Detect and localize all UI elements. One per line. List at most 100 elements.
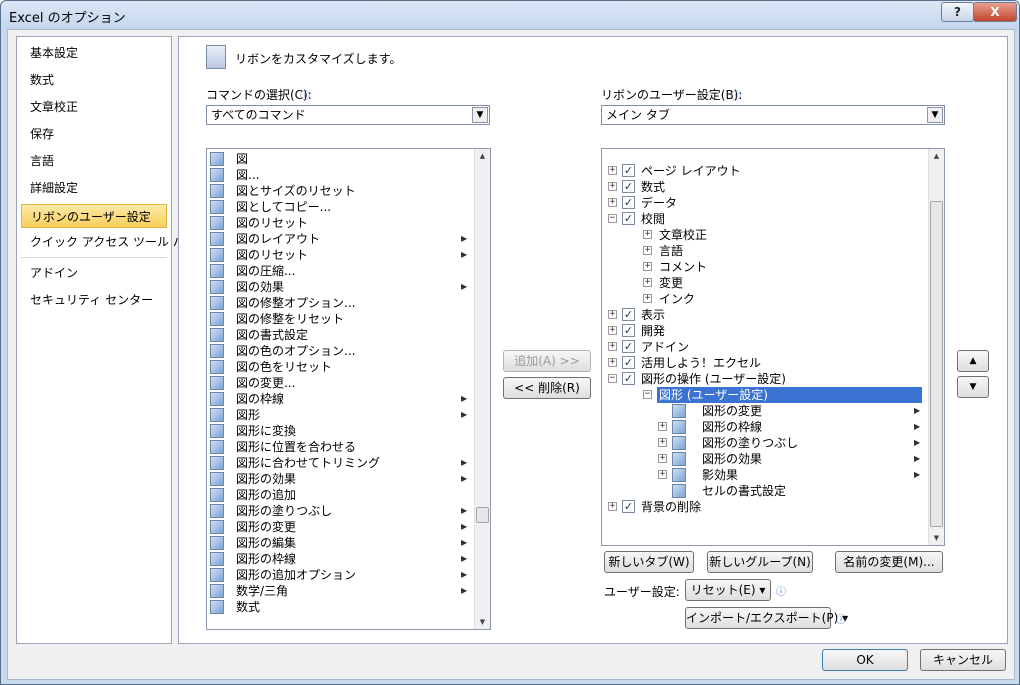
tree-expander-icon[interactable]: + <box>643 294 652 303</box>
command-list-item[interactable]: 図形の効果 ▶ <box>207 471 475 487</box>
command-list-item[interactable]: 図の色をリセット <box>207 359 475 375</box>
command-list-item[interactable]: 図のレイアウト ▶ <box>207 231 475 247</box>
tab-checkbox[interactable]: ✓ <box>622 180 635 193</box>
ribbon-tree-item[interactable]: + インク <box>602 291 928 307</box>
cancel-button[interactable]: キャンセル <box>920 649 1006 671</box>
ribbon-tree-item[interactable]: + ✓ 数式 <box>602 179 928 195</box>
command-list-item[interactable]: 図の修整をリセット <box>207 311 475 327</box>
command-list-item[interactable]: 図の修整オプション... <box>207 295 475 311</box>
tree-expander-icon[interactable]: + <box>608 342 617 351</box>
move-up-button[interactable]: ▲ <box>957 350 989 372</box>
command-list[interactable]: ▲ ▼ 図図... 図とサイズのリセット 図としてコピー... 図のリセット 図のレイア… <box>206 148 491 630</box>
ribbon-tree-item[interactable]: − ✓ 校閲 <box>602 211 928 227</box>
tab-checkbox[interactable]: ✓ <box>622 324 635 337</box>
ribbon-tree-scrollbar[interactable]: ▲ ▼ <box>928 149 944 545</box>
ribbon-tree-item[interactable]: + ✓ データ <box>602 195 928 211</box>
ribbon-tree-item[interactable]: − 図形 (ユーザー設定) <box>602 387 928 403</box>
tree-expander-icon[interactable]: + <box>658 454 667 463</box>
import-export-button[interactable]: インポート/エクスポート(P) ▾ <box>685 607 848 629</box>
tree-expander-icon[interactable]: + <box>643 230 652 239</box>
command-list-item[interactable]: 図形 ▶ <box>207 407 475 423</box>
command-list-item[interactable]: 図 <box>207 151 475 167</box>
command-list-item[interactable]: 図形に変換 <box>207 423 475 439</box>
ribbon-tree-item[interactable]: + コメント <box>602 259 928 275</box>
reset-button[interactable]: リセット(E) ▾ <box>685 579 771 601</box>
ribbon-tree-item[interactable]: + 図形の効果 ▶ <box>602 451 928 467</box>
ribbon-tree-item[interactable]: + ✓ 表示 <box>602 307 928 323</box>
tree-expander-icon[interactable]: + <box>643 246 652 255</box>
command-list-item[interactable]: 図の変更... <box>207 375 475 391</box>
ribbon-tree-item[interactable]: + ✓ ページ レイアウト <box>602 163 928 179</box>
tree-expander-icon[interactable]: − <box>643 390 652 399</box>
command-list-item[interactable]: 図形の追加オプション ▶ <box>207 567 475 583</box>
remove-button[interactable]: << 削除(R) <box>503 377 591 399</box>
scroll-up-icon[interactable]: ▲ <box>929 149 944 163</box>
scroll-down-icon[interactable]: ▼ <box>475 615 490 629</box>
tree-expander-icon[interactable]: + <box>608 198 617 207</box>
command-list-item[interactable]: 図形に位置を合わせる <box>207 439 475 455</box>
nav-item[interactable]: 詳細設定 <box>21 176 167 200</box>
new-tab-button[interactable]: 新しいタブ(W) <box>604 551 694 573</box>
new-group-button[interactable]: 新しいグループ(N) <box>707 551 813 573</box>
command-list-item[interactable]: 図形の編集 ▶ <box>207 535 475 551</box>
tab-checkbox[interactable]: ✓ <box>622 164 635 177</box>
chevron-down-icon[interactable]: ▼ <box>927 107 943 123</box>
command-list-item[interactable]: 図形に合わせてトリミング ▶ <box>207 455 475 471</box>
ribbon-tree-item[interactable]: + ✓ 背景の削除 <box>602 499 928 515</box>
command-list-item[interactable]: 図としてコピー... <box>207 199 475 215</box>
tree-expander-icon[interactable]: + <box>608 358 617 367</box>
ribbon-tree-item[interactable]: 図形の変更 ▶ <box>602 403 928 419</box>
tree-expander-icon[interactable]: + <box>643 262 652 271</box>
ribbon-tree-item[interactable]: + ✓ 開発 <box>602 323 928 339</box>
tree-expander-icon[interactable]: + <box>608 326 617 335</box>
command-list-item[interactable]: 図形の塗りつぶし ▶ <box>207 503 475 519</box>
nav-item[interactable]: 文章校正 <box>21 95 167 119</box>
ribbon-tree-item[interactable]: − ✓ 図形の操作 (ユーザー設定) <box>602 371 928 387</box>
command-list-item[interactable]: 数式 <box>207 599 475 615</box>
close-button[interactable]: X <box>973 2 1017 22</box>
ribbon-tree-item[interactable]: + 図形の枠線 ▶ <box>602 419 928 435</box>
tab-checkbox[interactable]: ✓ <box>622 372 635 385</box>
tree-expander-icon[interactable]: + <box>608 166 617 175</box>
ribbon-tree-item[interactable]: + ✓ アドイン <box>602 339 928 355</box>
command-list-item[interactable]: 数学/三角 ▶ <box>207 583 475 599</box>
ribbon-tree-item[interactable]: + 影効果 ▶ <box>602 467 928 483</box>
scroll-thumb[interactable] <box>930 201 943 527</box>
tab-checkbox[interactable]: ✓ <box>622 500 635 513</box>
command-list-item[interactable]: 図の書式設定 <box>207 327 475 343</box>
nav-item[interactable]: クイック アクセス ツール バー <box>21 230 197 254</box>
add-button[interactable]: 追加(A) >> <box>503 350 591 372</box>
command-list-item[interactable]: 図... <box>207 167 475 183</box>
command-list-item[interactable]: 図の色のオプション... <box>207 343 475 359</box>
command-list-item[interactable]: 図のリセット <box>207 215 475 231</box>
scroll-up-icon[interactable]: ▲ <box>475 149 490 163</box>
command-list-item[interactable]: 図のリセット ▶ <box>207 247 475 263</box>
tree-expander-icon[interactable]: − <box>608 374 617 383</box>
command-list-item[interactable]: 図の圧縮... <box>207 263 475 279</box>
ribbon-dropdown[interactable]: メイン タブ ▼ <box>601 105 945 125</box>
command-list-item[interactable]: 図とサイズのリセット <box>207 183 475 199</box>
nav-item[interactable]: 言語 <box>21 149 167 173</box>
ribbon-tree-item[interactable]: セルの書式設定 <box>602 483 928 499</box>
ok-button[interactable]: OK <box>822 649 908 671</box>
ribbon-tree-item[interactable]: + 文章校正 <box>602 227 928 243</box>
command-list-item[interactable]: 図形の追加 <box>207 487 475 503</box>
chevron-down-icon[interactable]: ▼ <box>472 107 488 123</box>
ribbon-tree-item[interactable]: + ✓ 活用しよう！エクセル <box>602 355 928 371</box>
ribbon-tree-item[interactable]: + 言語 <box>602 243 928 259</box>
tree-expander-icon[interactable]: + <box>608 182 617 191</box>
tree-expander-icon[interactable]: + <box>643 278 652 287</box>
rename-button[interactable]: 名前の変更(M)... <box>835 551 943 573</box>
ribbon-tree[interactable]: ▲ ▼ + ✓ ページ レイアウト + ✓ 数式 + ✓ データ − ✓ 校閲 + 文章校正 + 言語 + コメン… <box>601 148 945 546</box>
nav-item[interactable]: リボンのユーザー設定 <box>21 204 167 228</box>
tab-checkbox[interactable]: ✓ <box>622 212 635 225</box>
tab-checkbox[interactable]: ✓ <box>622 340 635 353</box>
tree-expander-icon[interactable]: + <box>608 310 617 319</box>
command-list-item[interactable]: 図形の変更 ▶ <box>207 519 475 535</box>
nav-item[interactable]: 数式 <box>21 68 167 92</box>
command-list-item[interactable]: 図の枠線 ▶ <box>207 391 475 407</box>
tree-expander-icon[interactable]: + <box>658 438 667 447</box>
help-button[interactable]: ? <box>941 2 974 22</box>
tab-checkbox[interactable]: ✓ <box>622 356 635 369</box>
command-list-item[interactable]: 図形の枠線 ▶ <box>207 551 475 567</box>
